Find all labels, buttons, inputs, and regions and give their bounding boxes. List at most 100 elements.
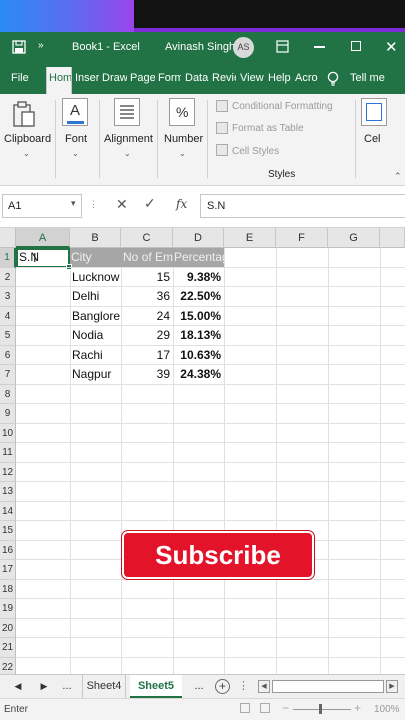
row-header[interactable]: 22 <box>0 657 16 674</box>
zoom-slider-thumb[interactable] <box>319 704 322 714</box>
row-header[interactable]: 20 <box>0 618 16 638</box>
cancel-entry-icon[interactable]: ✕ <box>116 196 128 213</box>
cell-city[interactable]: Delhi <box>71 287 121 306</box>
row-header[interactable]: 1 <box>0 248 16 268</box>
cell-city[interactable]: Lucknow <box>71 268 121 287</box>
cell-percentage[interactable]: 15.00% <box>173 307 224 326</box>
tab-formulas[interactable]: Form <box>158 72 181 84</box>
tab-draw[interactable]: Draw <box>102 72 127 84</box>
cells-group-label[interactable]: Cel <box>364 133 381 145</box>
row-header[interactable]: 4 <box>0 306 16 326</box>
paste-icon[interactable] <box>11 100 37 128</box>
row-header[interactable]: 3 <box>0 287 16 307</box>
cell-percentage[interactable]: 18.13% <box>173 326 224 345</box>
column-header-f[interactable]: F <box>276 228 328 248</box>
tab-file[interactable]: File <box>11 72 29 84</box>
font-group-label[interactable]: Font <box>65 133 87 145</box>
row-header[interactable]: 11 <box>0 443 16 463</box>
name-box-dropdown-icon[interactable]: ▾ <box>71 198 76 209</box>
cell-city[interactable]: Rachi <box>71 346 121 365</box>
cells-icon[interactable] <box>361 98 387 126</box>
zoom-level[interactable]: 100% <box>374 704 400 715</box>
normal-view-icon[interactable] <box>240 703 250 713</box>
subscribe-button[interactable]: Subscribe <box>122 531 314 579</box>
font-icon[interactable]: A <box>62 98 88 126</box>
user-name[interactable]: Avinash Singh <box>165 41 235 53</box>
cell-no-of-emp[interactable]: 36 <box>121 287 173 306</box>
alignment-dropdown-icon[interactable]: ⌄ <box>124 149 131 158</box>
zoom-out-icon[interactable]: − <box>282 701 289 715</box>
column-header-h[interactable] <box>380 228 405 248</box>
row-header[interactable]: 17 <box>0 560 16 580</box>
column-header-b[interactable]: B <box>70 228 121 248</box>
row-header[interactable]: 18 <box>0 579 16 599</box>
number-dropdown-icon[interactable]: ⌄ <box>179 149 186 158</box>
cell-no-of-emp[interactable]: 29 <box>121 326 173 345</box>
column-header-a[interactable]: A <box>16 228 70 248</box>
number-format-icon[interactable]: % <box>169 98 195 126</box>
alignment-icon[interactable] <box>114 98 140 126</box>
cell-no-of-emp[interactable]: 39 <box>121 365 173 384</box>
row-header[interactable]: 2 <box>0 267 16 287</box>
select-all-corner[interactable] <box>0 228 16 248</box>
tab-page-layout[interactable]: Page <box>130 72 155 84</box>
sheets-overflow-right[interactable]: ... <box>190 675 208 698</box>
sheet-tab-sheet5[interactable]: Sheet5 <box>130 675 182 698</box>
cell-no-of-emp[interactable]: 15 <box>121 268 173 287</box>
tab-help[interactable]: Help <box>268 72 291 84</box>
page-layout-view-icon[interactable] <box>260 703 270 713</box>
cell-c1[interactable]: No of Emp <box>121 248 173 267</box>
clipboard-group-label[interactable]: Clipboard <box>4 133 51 145</box>
row-header[interactable]: 5 <box>0 326 16 346</box>
cell-city[interactable]: Nodia <box>71 326 121 345</box>
confirm-entry-icon[interactable]: ✓ <box>144 195 156 212</box>
cell-percentage[interactable]: 10.63% <box>173 346 224 365</box>
hscroll-left-icon[interactable]: ◀ <box>258 680 270 693</box>
tell-me-search[interactable]: Tell me <box>350 72 385 84</box>
tab-home[interactable]: Hom <box>46 67 72 94</box>
close-icon[interactable]: ✕ <box>385 38 398 56</box>
cell-city[interactable]: Banglore <box>71 307 121 326</box>
row-header[interactable]: 7 <box>0 365 16 385</box>
hscroll-right-icon[interactable]: ▶ <box>386 680 398 693</box>
tab-insert[interactable]: Inser <box>75 72 99 84</box>
cell-percentage[interactable]: 22.50% <box>173 287 224 306</box>
column-header-e[interactable]: E <box>224 228 276 248</box>
row-header[interactable]: 9 <box>0 404 16 424</box>
format-as-table-button[interactable]: Format as Table <box>232 123 304 134</box>
row-header[interactable]: 10 <box>0 423 16 443</box>
collapse-ribbon-icon[interactable]: ⌃ <box>394 171 402 182</box>
row-header[interactable]: 12 <box>0 462 16 482</box>
tab-review[interactable]: Revie <box>212 72 236 84</box>
row-header[interactable]: 14 <box>0 501 16 521</box>
zoom-slider[interactable] <box>293 709 351 710</box>
cell-no-of-emp[interactable]: 24 <box>121 307 173 326</box>
conditional-formatting-button[interactable]: Conditional Formatting <box>232 101 333 112</box>
alignment-group-label[interactable]: Alignment <box>104 133 153 145</box>
row-header[interactable]: 8 <box>0 384 16 404</box>
column-header-g[interactable]: G <box>328 228 380 248</box>
tab-split-grip-icon[interactable]: ⋮ <box>238 679 249 692</box>
add-sheet-icon[interactable]: + <box>215 679 230 694</box>
name-box[interactable]: A1 ▾ <box>2 194 82 218</box>
formula-input[interactable]: S.N <box>200 194 405 218</box>
ribbon-display-icon[interactable] <box>276 40 289 58</box>
save-icon[interactable] <box>12 40 26 59</box>
minimize-icon[interactable] <box>314 46 325 48</box>
scroll-sheets-left-icon[interactable]: ◀ <box>10 675 26 698</box>
tab-view[interactable]: View <box>240 72 264 84</box>
column-header-c[interactable]: C <box>121 228 173 248</box>
cell-percentage[interactable]: 9.38% <box>173 268 224 287</box>
scroll-sheets-right-icon[interactable]: ▶ <box>36 675 52 698</box>
cell-styles-button[interactable]: Cell Styles <box>232 146 279 157</box>
row-header[interactable]: 16 <box>0 540 16 560</box>
horizontal-scrollbar[interactable] <box>272 680 384 693</box>
number-group-label[interactable]: Number <box>164 133 203 145</box>
row-header[interactable]: 6 <box>0 345 16 365</box>
row-header[interactable]: 13 <box>0 482 16 502</box>
cell-d1[interactable]: Percentage <box>173 248 224 267</box>
cell-city[interactable]: Nagpur <box>71 365 121 384</box>
row-header[interactable]: 19 <box>0 599 16 619</box>
zoom-in-icon[interactable]: + <box>354 701 361 715</box>
row-header[interactable]: 21 <box>0 638 16 658</box>
